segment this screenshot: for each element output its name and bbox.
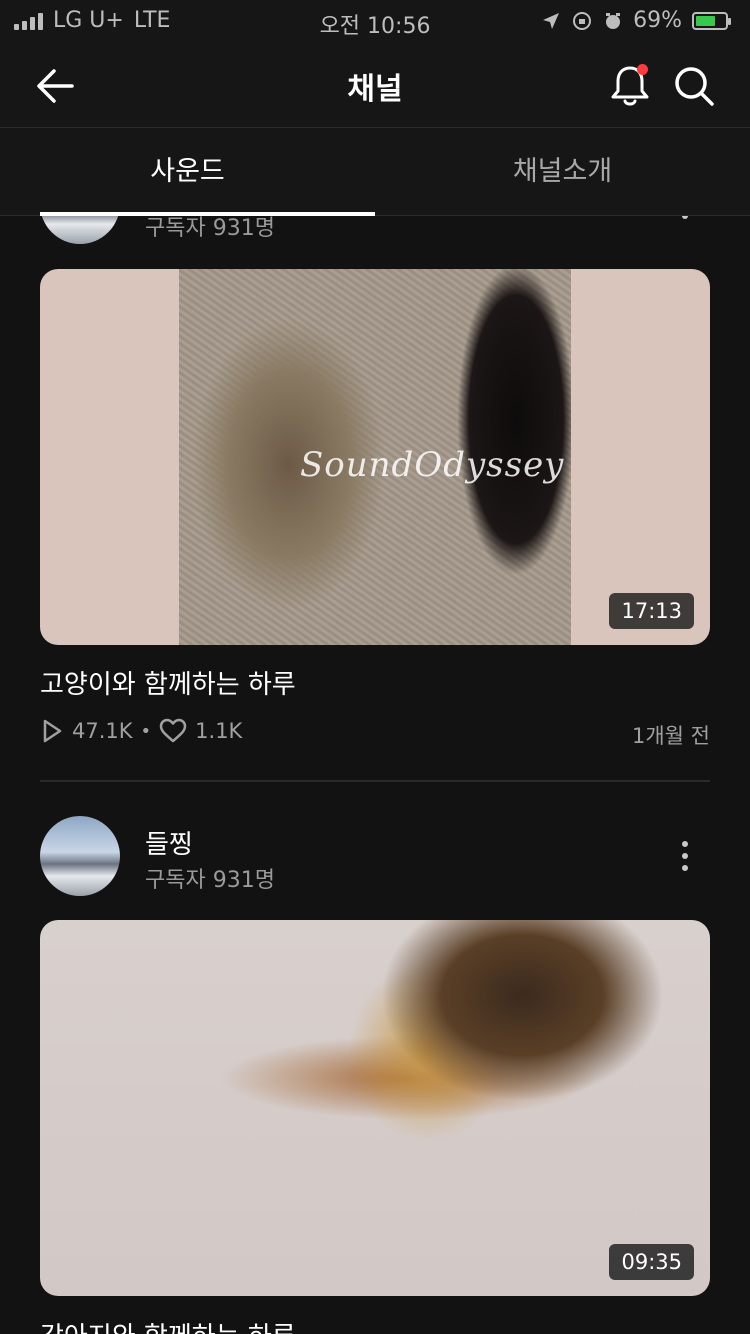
more-options-button[interactable] [670, 836, 700, 876]
battery-percent: 69% [633, 8, 682, 33]
video-thumbnail[interactable]: 09:35 [40, 920, 710, 1296]
tab-bar: 사운드 채널소개 [0, 128, 750, 216]
notification-badge [637, 64, 648, 75]
separator-dot: • [140, 720, 152, 742]
search-icon [675, 67, 714, 106]
video-meta: 47.1K • 1.1K 1개월 전 [40, 718, 710, 748]
channel-header: 들찡 구독자 931명 [0, 816, 750, 896]
notifications-button[interactable] [608, 62, 652, 108]
avatar[interactable] [40, 216, 120, 244]
channel-name[interactable]: 들찡 [145, 824, 193, 861]
tab-sound[interactable]: 사운드 [0, 128, 375, 216]
orientation-lock-icon [573, 11, 592, 30]
tab-channel-intro[interactable]: 채널소개 [375, 128, 750, 216]
more-options-button[interactable] [670, 216, 700, 224]
like-count: 1.1K [195, 719, 243, 743]
video-thumbnail[interactable]: SoundOdyssey 17:13 [40, 269, 710, 645]
duration-badge: 09:35 [609, 1244, 694, 1280]
alarm-icon [606, 12, 621, 29]
play-count: 47.1K [72, 719, 133, 743]
avatar[interactable] [40, 816, 120, 896]
battery-fill [696, 15, 715, 26]
subscriber-count: 구독자 931명 [145, 868, 275, 893]
search-button[interactable] [672, 64, 716, 108]
upload-date: 1개월 전 [632, 724, 710, 748]
battery-icon [692, 11, 731, 30]
video-title[interactable]: 강아지와 함께하는 하루 [40, 1316, 296, 1334]
play-icon [43, 719, 62, 743]
status-bar: LG U+ LTE 오전 10:56 69% [0, 0, 750, 42]
channel-header: 구독자 931명 [0, 216, 750, 244]
app-header: 채널 [0, 42, 750, 128]
video-title[interactable]: 고양이와 함께하는 하루 [40, 664, 296, 701]
video-feed[interactable]: 구독자 931명 SoundOdyssey 17:13 고양이와 함께하는 하루… [0, 216, 750, 1334]
heart-icon[interactable] [159, 718, 187, 744]
post-divider [40, 780, 710, 782]
location-icon [543, 12, 560, 29]
thumbnail-watermark: SoundOdyssey [300, 445, 565, 485]
video-stats: 47.1K • 1.1K [40, 718, 242, 744]
duration-badge: 17:13 [609, 593, 694, 629]
status-right: 69% [541, 8, 731, 33]
subscriber-count: 구독자 931명 [145, 216, 275, 241]
